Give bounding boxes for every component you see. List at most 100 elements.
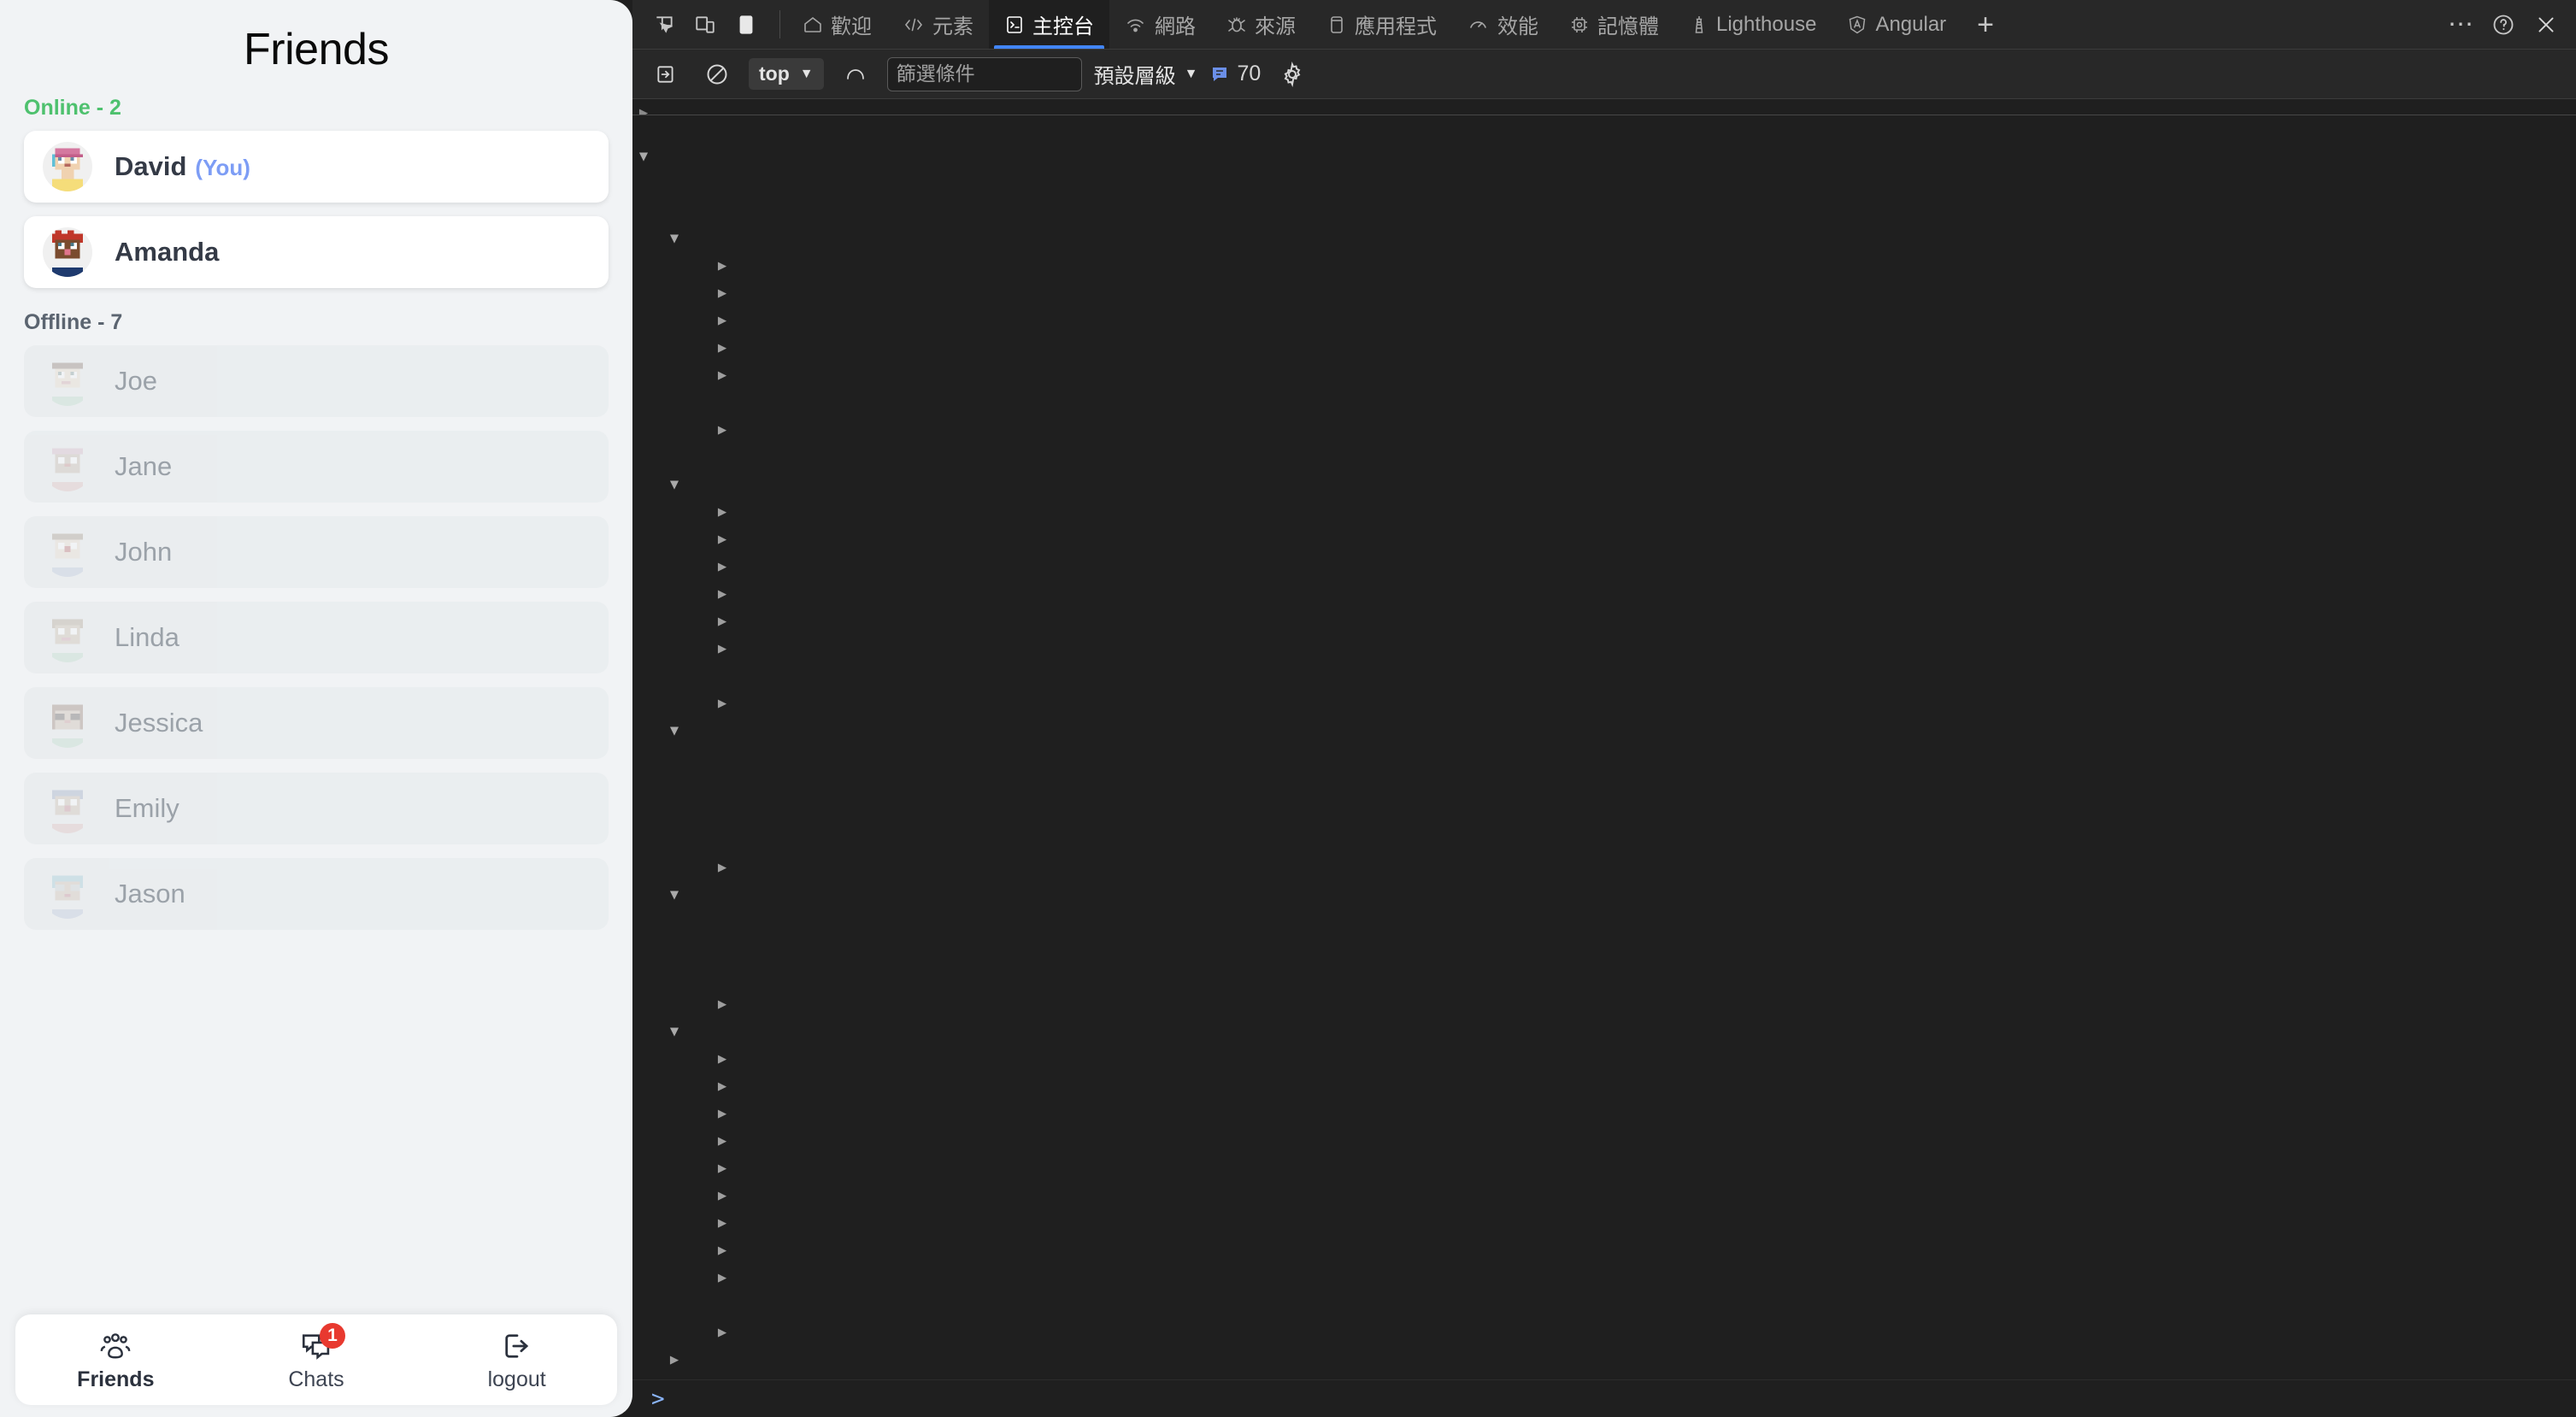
tab-network[interactable]: 網路 bbox=[1109, 0, 1211, 49]
tab-welcome[interactable]: 歡迎 bbox=[787, 0, 887, 49]
array-item[interactable]: ▶0: {to: 'David', message: 'data:image/p… bbox=[632, 498, 2576, 526]
user-row[interactable]: ▶5: {username: 'Jessica', status: 'offli… bbox=[632, 1182, 2576, 1209]
add-tab-button[interactable]: + bbox=[1961, 0, 2009, 49]
expand-arrow-icon[interactable]: ▶ bbox=[711, 334, 733, 362]
collapse-arrow-icon[interactable]: ▼ bbox=[663, 471, 685, 498]
expand-arrow-icon[interactable]: ▶ bbox=[711, 526, 733, 553]
expand-arrow-icon[interactable]: ▶ bbox=[711, 362, 733, 389]
expand-arrow-icon[interactable]: ▶ bbox=[711, 279, 733, 307]
nav-item-logout[interactable]: logout bbox=[453, 1328, 581, 1392]
expand-arrow-icon[interactable]: ▶ bbox=[711, 1073, 733, 1100]
expand-arrow-icon[interactable]: ▶ bbox=[711, 252, 733, 279]
clear-console-icon[interactable] bbox=[646, 55, 685, 94]
expand-arrow-icon[interactable]: ▶ bbox=[711, 416, 733, 444]
expand-arrow-icon[interactable]: ▶ bbox=[711, 635, 733, 662]
friend-row-amanda[interactable]: Amanda bbox=[24, 216, 609, 288]
user-row[interactable]: ▶2: {username: 'John', status: 'offline'… bbox=[632, 1100, 2576, 1127]
expand-arrow-icon[interactable]: ▶ bbox=[711, 991, 733, 1018]
array-item[interactable]: ▶1: {room: 'general', message: 'data:ima… bbox=[632, 279, 2576, 307]
user-row[interactable]: ▶0: {username: 'Joe', status: 'offline',… bbox=[632, 1045, 2576, 1073]
collapse-arrow-icon[interactable]: ▼ bbox=[663, 225, 685, 252]
expand-arrow-icon[interactable]: ▶ bbox=[711, 553, 733, 580]
filter-input[interactable] bbox=[886, 56, 1082, 91]
tab-elements[interactable]: 元素 bbox=[887, 0, 989, 49]
log-level-select[interactable]: 預設層級 ▼ bbox=[1094, 59, 1198, 89]
expand-arrow-icon[interactable]: ▶ bbox=[711, 1127, 733, 1155]
no-entry-icon[interactable] bbox=[697, 55, 737, 94]
prop-userInfo[interactable]: ▼userInfo: bbox=[632, 881, 2576, 908]
expand-arrow-icon[interactable]: ▶ bbox=[632, 99, 655, 115]
object-prototype[interactable]: ▶[[Prototype]]: Object bbox=[632, 991, 2576, 1018]
expand-arrow-icon[interactable]: ▶ bbox=[711, 307, 733, 334]
dock-side-icon[interactable] bbox=[726, 5, 766, 44]
friend-row-jessica[interactable]: Jessica bbox=[24, 687, 609, 759]
friend-row-jason[interactable]: Jason bbox=[24, 858, 609, 930]
friend-row-john[interactable]: John bbox=[24, 516, 609, 588]
nav-item-friends[interactable]: Friends bbox=[51, 1328, 179, 1392]
tab-application[interactable]: 應用程式 bbox=[1311, 0, 1452, 49]
root-prototype[interactable]: ▶[[Prototype]]: Object bbox=[632, 1346, 2576, 1373]
friend-row-emily[interactable]: Emily bbox=[24, 773, 609, 844]
expand-arrow-icon[interactable]: ▶ bbox=[711, 854, 733, 881]
array-prototype[interactable]: ▶[[Prototype]]: Array(0) bbox=[632, 690, 2576, 717]
array-item[interactable]: ▶1: {to: 'David', message: 'data:image/p… bbox=[632, 526, 2576, 553]
expand-arrow-icon[interactable]: ▶ bbox=[711, 1100, 733, 1127]
collapse-arrow-icon[interactable]: ▼ bbox=[663, 1018, 685, 1045]
tab-performance[interactable]: 效能 bbox=[1452, 0, 1554, 49]
console-prompt[interactable]: > bbox=[632, 1379, 2576, 1417]
prop-users[interactable]: ▼users: Array(9) bbox=[632, 1018, 2576, 1045]
collapse-arrow-icon[interactable]: ▼ bbox=[632, 143, 655, 170]
array-prototype[interactable]: ▶[[Prototype]]: Array(0) bbox=[632, 1319, 2576, 1346]
expand-arrow-icon[interactable]: ▶ bbox=[663, 1346, 685, 1373]
object-prototype[interactable]: ▶[[Prototype]]: Object bbox=[632, 854, 2576, 881]
array-item[interactable]: ▶2: {id: '18fcae45206-b0ee-558e', room: … bbox=[632, 307, 2576, 334]
array-item[interactable]: ▶3: {room: 'general', message: '😂😂😂😂😂', … bbox=[632, 334, 2576, 362]
user-row[interactable]: ▶3: {username: 'Linda', status: 'offline… bbox=[632, 1127, 2576, 1155]
expand-arrow-icon[interactable]: ▶ bbox=[711, 1319, 733, 1346]
tab-console[interactable]: 主控台 bbox=[989, 0, 1109, 49]
console-output[interactable]: ▶{event: 'initializationComplete', data:… bbox=[632, 99, 2576, 1379]
device-toolbar-icon[interactable] bbox=[685, 5, 725, 44]
more-options-icon[interactable]: ⋯ bbox=[2441, 5, 2480, 44]
friend-row-joe[interactable]: Joe bbox=[24, 345, 609, 417]
array-item[interactable]: ▶5: {to: 'David', message: '嗨嗨', sender:… bbox=[632, 635, 2576, 662]
expand-arrow-icon[interactable]: ▶ bbox=[711, 1264, 733, 1291]
prop-unreadCounts[interactable]: ▼unreadCounts: bbox=[632, 717, 2576, 744]
tab-angular[interactable]: Angular bbox=[1832, 0, 1961, 49]
friend-row-david[interactable]: David (You) bbox=[24, 131, 609, 203]
expand-arrow-icon[interactable]: ▶ bbox=[711, 498, 733, 526]
user-row[interactable]: ▶7: {username: 'Emily', status: 'offline… bbox=[632, 1237, 2576, 1264]
prop-generalMessages[interactable]: ▼generalMessages: Array(5) bbox=[632, 225, 2576, 252]
live-expression-icon[interactable] bbox=[836, 55, 875, 94]
tab-lighthouse[interactable]: Lighthouse bbox=[1674, 0, 1832, 49]
friend-row-jane[interactable]: Jane bbox=[24, 431, 609, 503]
user-row[interactable]: ▶1: {username: 'Jane', status: 'offline'… bbox=[632, 1073, 2576, 1100]
expand-arrow-icon[interactable]: ▶ bbox=[711, 1237, 733, 1264]
user-row[interactable]: ▶8: {username: 'Jason', status: 'offline… bbox=[632, 1264, 2576, 1291]
array-item[interactable]: ▶4: {to: 'David', message: '嗨嗨', sender:… bbox=[632, 608, 2576, 635]
nav-item-chats[interactable]: 1 Chats bbox=[252, 1322, 380, 1392]
collapse-arrow-icon[interactable]: ▼ bbox=[663, 881, 685, 908]
prop-privateMessages[interactable]: ▼privateMessages: Array(6) bbox=[632, 471, 2576, 498]
expand-arrow-icon[interactable]: ▶ bbox=[711, 690, 733, 717]
expand-arrow-icon[interactable]: ▶ bbox=[711, 1209, 733, 1237]
array-prototype[interactable]: ▶[[Prototype]]: Array(0) bbox=[632, 416, 2576, 444]
collapse-arrow-icon[interactable]: ▼ bbox=[663, 717, 685, 744]
tab-sources[interactable]: 來源 bbox=[1211, 0, 1311, 49]
user-row[interactable]: ▶6: {username: 'Amanda', status: 'online… bbox=[632, 1209, 2576, 1237]
array-item[interactable]: ▶3: {to: 'Joe', message: '這個時代的重大的問題不是演說… bbox=[632, 580, 2576, 608]
array-item[interactable]: ▶4: {room: 'general', message: ' 對於自然作業，… bbox=[632, 362, 2576, 389]
user-row[interactable]: ▶4: {username: 'David', status: 'online'… bbox=[632, 1155, 2576, 1182]
help-icon[interactable] bbox=[2484, 5, 2523, 44]
expand-arrow-icon[interactable]: ▶ bbox=[711, 1045, 733, 1073]
friend-row-linda[interactable]: Linda bbox=[24, 602, 609, 673]
expand-arrow-icon[interactable]: ▶ bbox=[711, 580, 733, 608]
gear-icon[interactable] bbox=[1273, 55, 1312, 94]
close-icon[interactable] bbox=[2526, 5, 2566, 44]
expand-arrow-icon[interactable]: ▶ bbox=[711, 608, 733, 635]
inspect-element-icon[interactable] bbox=[644, 5, 684, 44]
expand-arrow-icon[interactable]: ▶ bbox=[711, 1155, 733, 1182]
array-item[interactable]: ▶0: {room: 'general', message: ' 如果仔細思考自… bbox=[632, 252, 2576, 279]
array-item[interactable]: ▶2: {to: 'Joe', message: '這個時代的重大的問題不是演說… bbox=[632, 553, 2576, 580]
expand-arrow-icon[interactable]: ▶ bbox=[711, 1182, 733, 1209]
